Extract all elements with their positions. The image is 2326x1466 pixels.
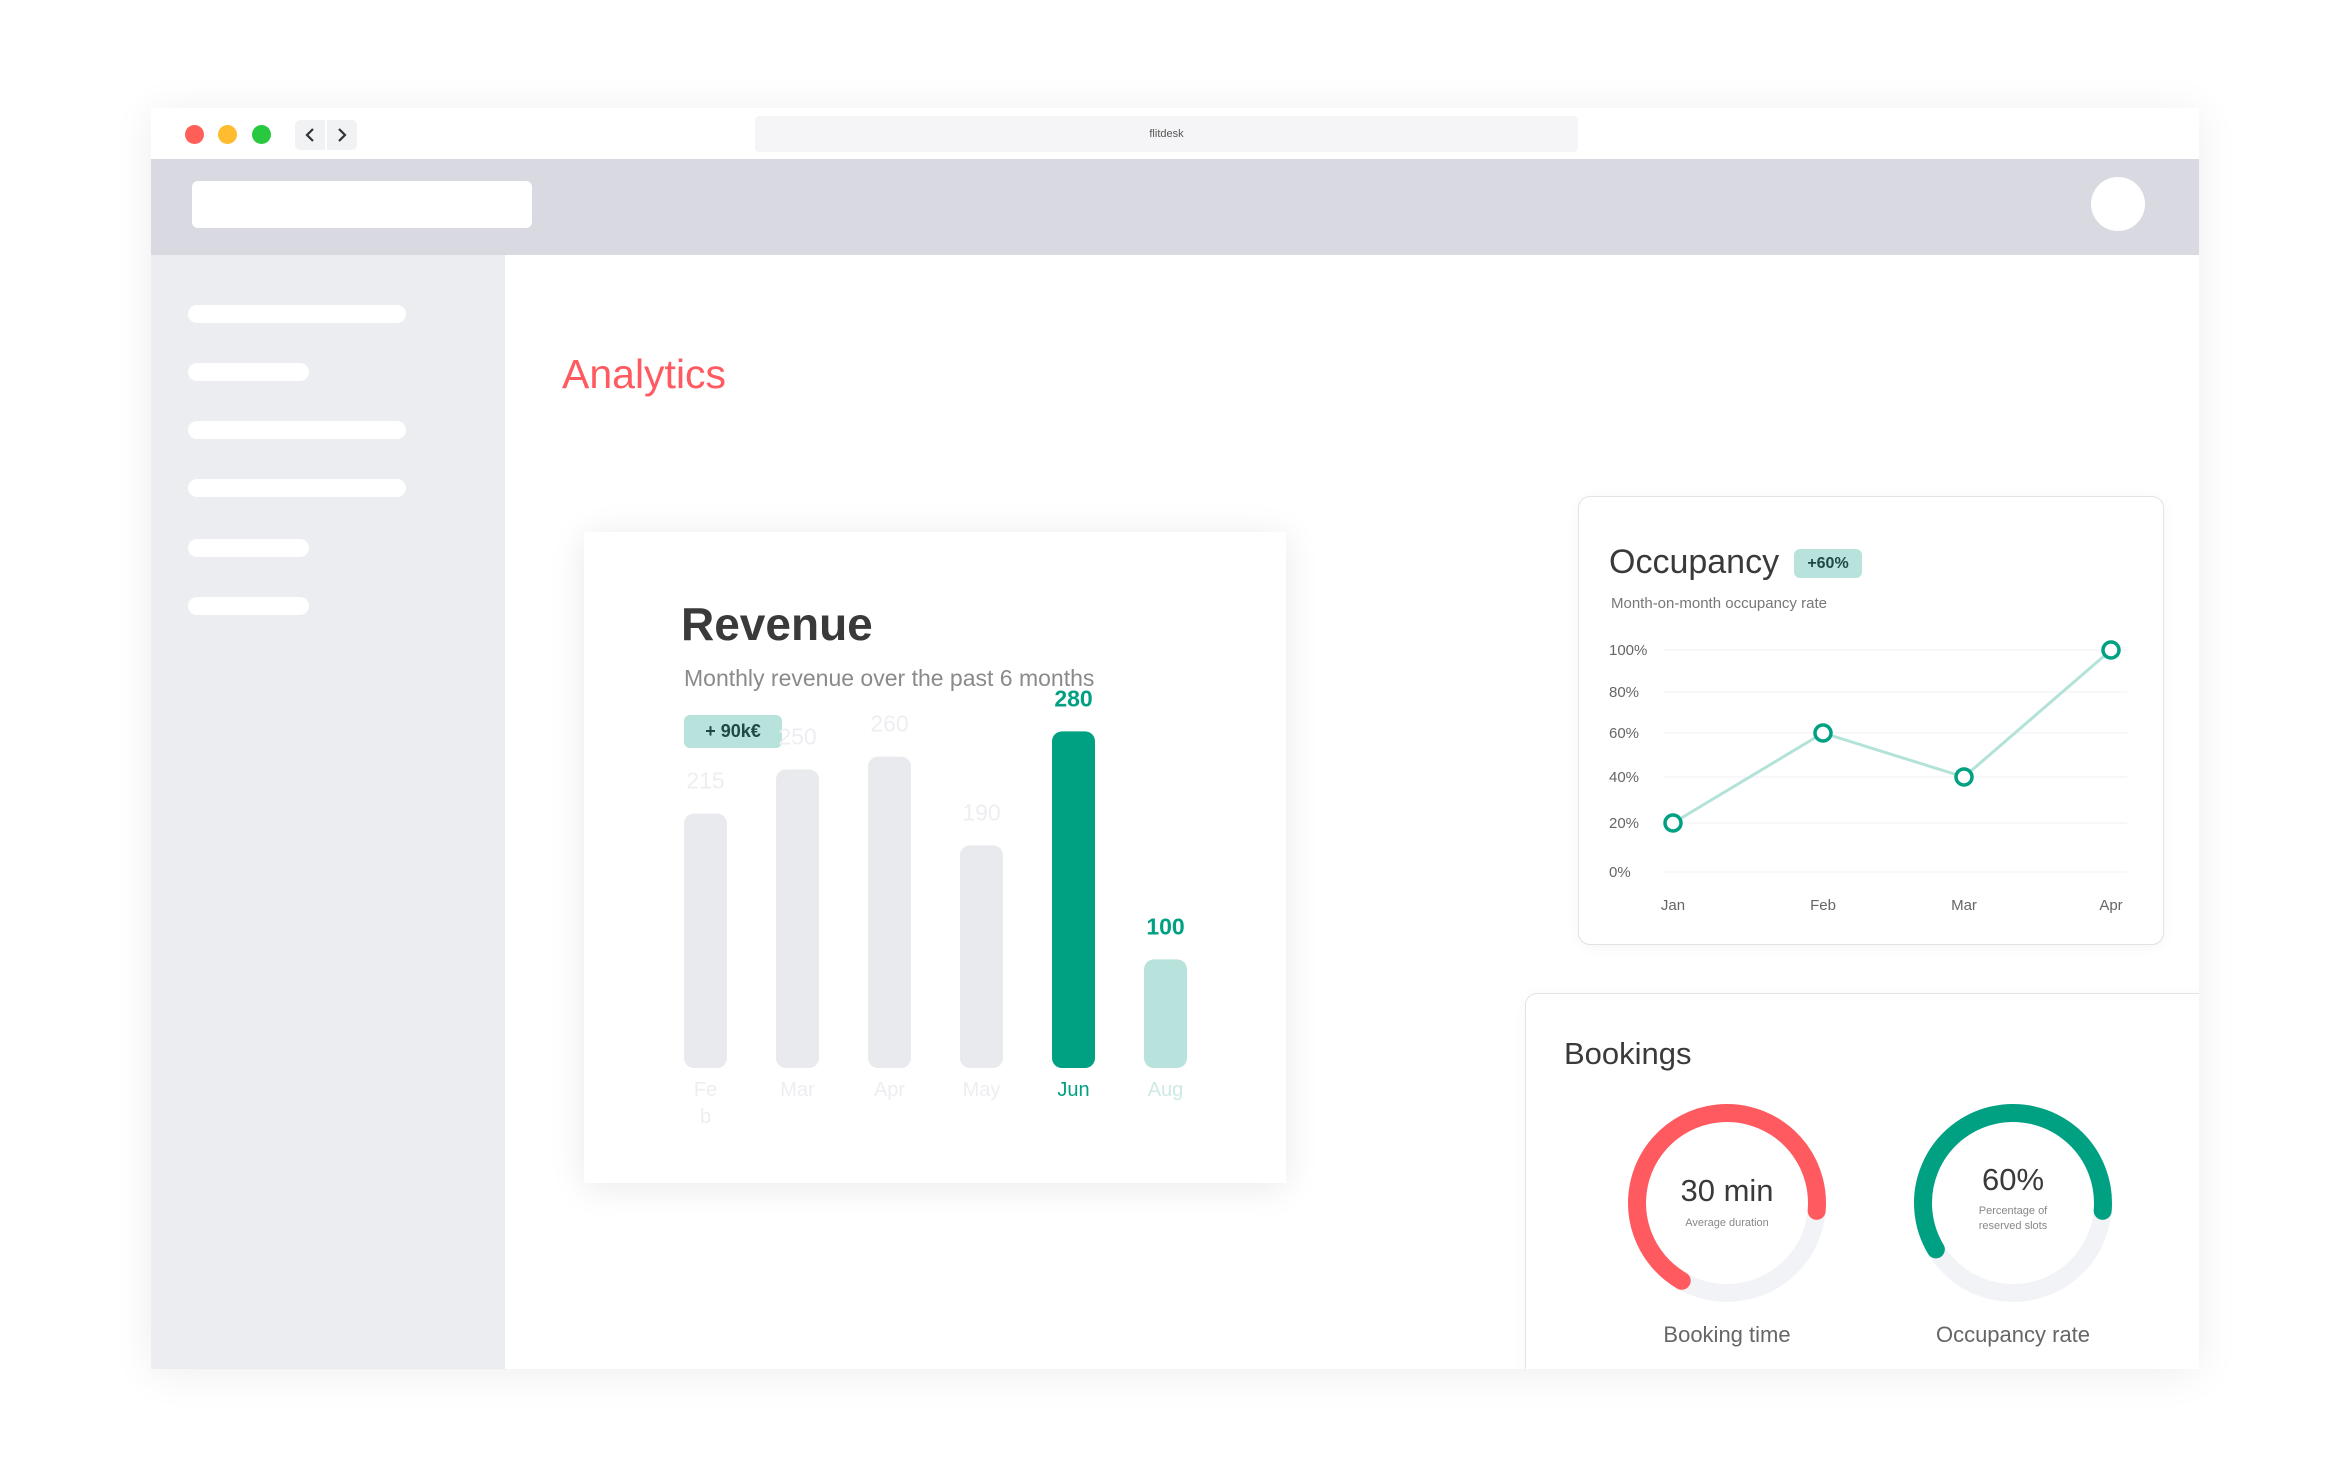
x-tick-label: Mar [1951,897,1977,914]
revenue-bar-feb [684,813,727,1068]
close-window-button[interactable] [185,125,204,144]
address-bar-url: flitdesk [1149,128,1184,140]
occupancy-line-chart: 0% 20% 40% 60% 80% 100% Jan Feb Mar Apr [1609,640,2127,914]
revenue-value-label: 260 [870,711,908,737]
booking-time-caption: Average duration [1685,1217,1769,1229]
revenue-value-label: 100 [1146,913,1184,939]
x-tick-label: Feb [1810,897,1836,914]
x-tick-label: Jan [1661,897,1685,914]
revenue-category-label: b [700,1106,711,1128]
occupancy-series-line [1672,648,2112,825]
minimize-window-button[interactable] [218,125,237,144]
page-title: Analytics [562,351,727,397]
revenue-category-label: Mar [780,1079,815,1101]
back-button[interactable] [295,120,325,150]
revenue-value-label: 190 [962,799,1000,825]
browser-window: flitdesk Analytics Revenue Monthly reven… [151,108,2199,1369]
maximize-window-button[interactable] [252,125,271,144]
search-input[interactable] [192,181,532,228]
revenue-value-label: 250 [778,723,816,749]
occupancy-card: Occupancy +60% Month-on-month occupancy … [1578,496,2164,945]
avatar[interactable] [2091,177,2145,231]
occupancy-rate-caption-line2: reserved slots [1978,1220,2048,1232]
booking-time-label: Booking time [1663,1322,1791,1347]
bookings-card: Bookings 30 min Average duration Booking… [1525,993,2199,1369]
forward-button[interactable] [327,120,357,150]
revenue-category-label: Fe [694,1079,717,1101]
revenue-bar-may [960,845,1003,1068]
sidebar-item-6[interactable] [188,597,309,615]
occupancy-point-jan [1663,813,1683,833]
occupancy-rate-donut [1914,1104,2112,1302]
occupancy-rate-label: Occupancy rate [1935,1322,2091,1347]
y-tick-label: 0% [1609,864,1631,881]
chevron-right-icon [338,128,347,142]
browser-titlebar: flitdesk [151,108,2199,159]
revenue-bar-chart: 215 Fe b 250 Mar 260 Apr 190 May 280 Jun 100 Aug [684,685,1187,1128]
revenue-value-label: 280 [1054,685,1092,711]
revenue-category-label: Apr [874,1079,905,1101]
revenue-card: Revenue Monthly revenue over the past 6 … [584,532,1286,1183]
occupancy-point-mar [1954,767,1974,787]
revenue-category-label: May [963,1079,1001,1101]
y-tick-label: 20% [1609,815,1639,832]
y-tick-label: 60% [1609,725,1639,742]
revenue-bar-mar [776,769,819,1068]
revenue-bar-jun [1052,731,1095,1068]
revenue-value-label: 215 [686,768,724,794]
occupancy-rate-caption: Percentage of reserved slots [1903,1204,2123,1234]
address-bar[interactable]: flitdesk [755,116,1578,152]
occupancy-point-feb [1813,723,1833,743]
booking-time-value: 30 min [1680,1173,1774,1208]
occupancy-point-apr [2101,640,2121,660]
revenue-bar-apr [868,756,911,1068]
chevron-left-icon [305,128,314,142]
sidebar-item-4[interactable] [188,479,406,497]
revenue-bar-aug [1144,959,1187,1068]
sidebar-item-3[interactable] [188,421,406,439]
sidebar-item-2[interactable] [188,363,309,381]
x-tick-label: Apr [2099,897,2122,914]
revenue-category-label: Aug [1148,1079,1184,1101]
sidebar-item-5[interactable] [188,539,309,557]
app-header [151,159,2199,255]
occupancy-rate-value: 60% [1981,1162,2045,1197]
main-content: Analytics Revenue Monthly revenue over t… [505,255,2199,1369]
revenue-category-label: Jun [1057,1079,1089,1101]
y-tick-label: 100% [1609,642,1647,659]
y-tick-label: 40% [1609,769,1639,786]
occupancy-rate-caption-line1: Percentage of [1978,1205,2048,1217]
sidebar [151,255,505,1369]
y-tick-label: 80% [1609,684,1639,701]
sidebar-item-1[interactable] [188,305,406,323]
bookings-title: Bookings [1564,1036,1692,1071]
